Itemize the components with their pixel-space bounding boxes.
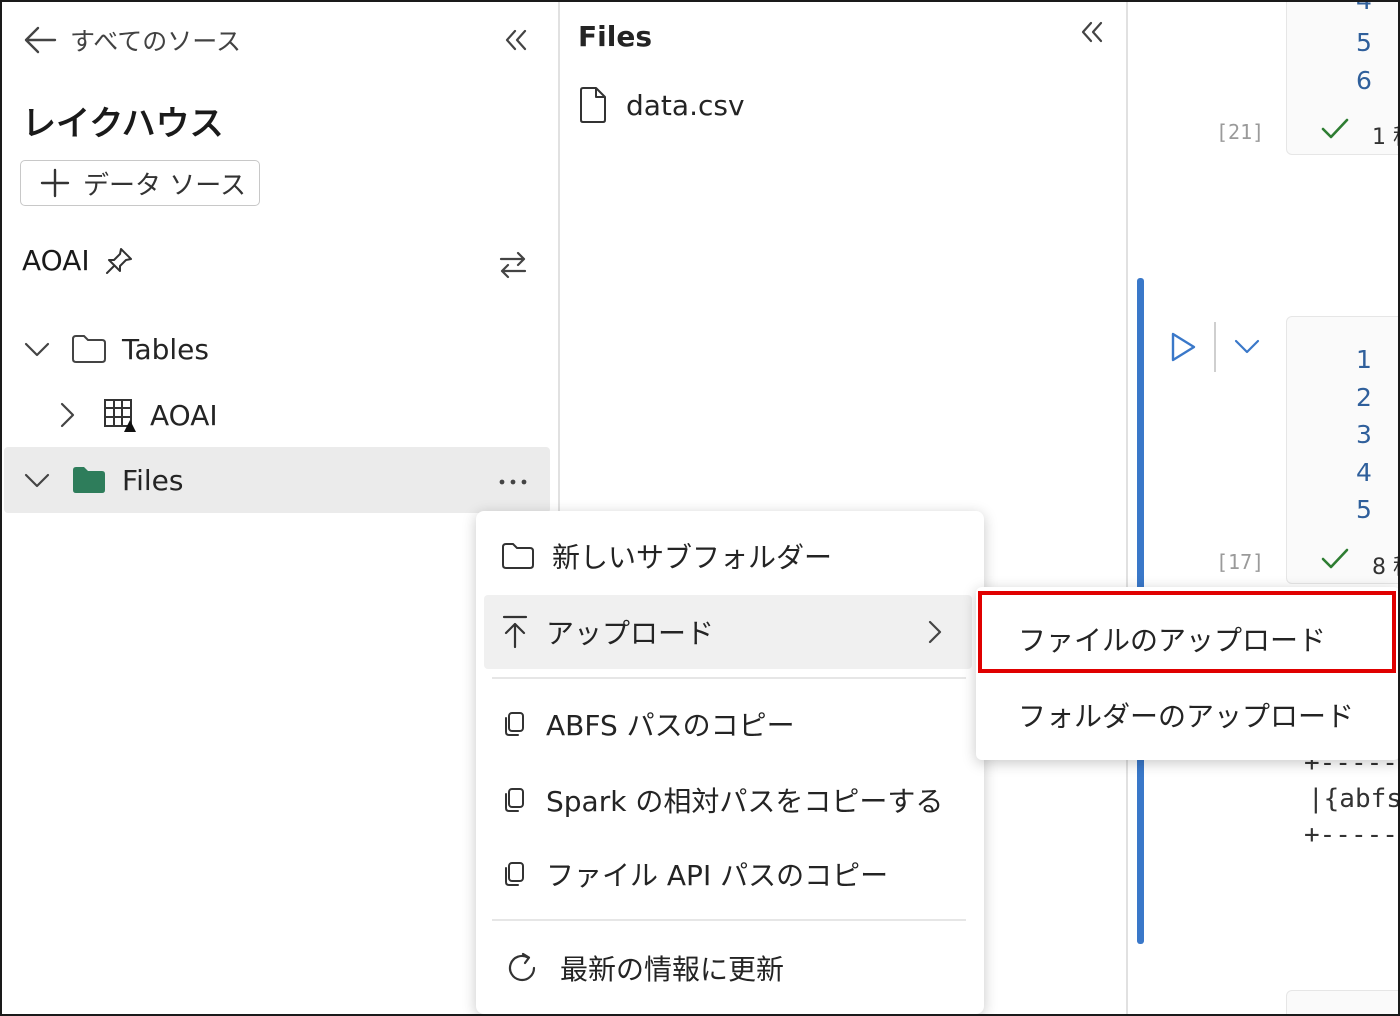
chevron-down-icon (22, 334, 52, 364)
folder-outline-icon (70, 333, 108, 365)
line-number: 5 (1356, 495, 1372, 524)
line-number: 3 (1356, 420, 1372, 449)
menu-item-label: 新しいサブフォルダー (552, 541, 833, 574)
submenu-item-label: フォルダーのアップロード (1018, 700, 1355, 733)
chevron-down-icon[interactable] (1232, 334, 1262, 358)
tables-label: Tables (122, 332, 209, 366)
menu-separator (492, 677, 966, 679)
upload-icon (484, 614, 546, 650)
menu-separator (492, 919, 966, 921)
tree-item-files-content: Files (4, 447, 183, 513)
collapse-panel-icon[interactable] (502, 26, 530, 54)
checkmark-icon (1320, 116, 1350, 142)
toolbar-divider (1214, 322, 1216, 372)
execution-count: [21] (1216, 120, 1265, 144)
menu-item-new-subfolder[interactable]: 新しいサブフォルダー (484, 519, 972, 593)
file-name: data.csv (626, 88, 745, 122)
menu-item-label: アップロード (546, 617, 715, 650)
folder-filled-icon (70, 464, 108, 496)
plus-icon (39, 167, 71, 199)
arrow-left-icon (22, 25, 58, 55)
run-cell-icon[interactable] (1168, 330, 1198, 364)
output-line: +-------- (1304, 820, 1400, 850)
line-number: 2 (1356, 383, 1372, 412)
line-number: 4 (1356, 458, 1372, 487)
code-cell-next[interactable] (1286, 990, 1400, 1016)
back-to-all-sources[interactable]: すべてのソース (22, 22, 241, 58)
folder-icon (484, 542, 552, 570)
menu-item-label: 最新の情報に更新 (560, 953, 785, 986)
execution-status: 1 秒 (1372, 125, 1400, 150)
add-data-source-label: データ ソース (83, 170, 246, 201)
notebook-area: 4 5 6 [21] 1 秒 1 2 3 4 5 [17] 8 秒 +-----… (1128, 0, 1400, 1016)
copy-icon (484, 710, 546, 738)
output-line: |{abfss (1308, 784, 1400, 814)
code-cell-main[interactable] (1286, 316, 1400, 584)
back-label: すべてのソース (70, 27, 242, 56)
highlight-box (978, 591, 1396, 673)
menu-item-upload[interactable]: アップロード (484, 595, 972, 669)
switch-lakehouse-icon[interactable] (496, 248, 530, 282)
checkmark-icon (1320, 546, 1350, 572)
line-number: 5 (1356, 28, 1372, 57)
files-context-menu: 新しいサブフォルダー アップロード ABFS パスのコピー Spark の相対パ… (476, 511, 984, 1014)
submenu-item-upload-folder[interactable]: フォルダーのアップロード (976, 677, 1400, 753)
line-number: 4 (1356, 0, 1372, 15)
line-number: 6 (1356, 66, 1372, 95)
menu-item-label: Spark の相対パスをコピーする (546, 785, 944, 818)
refresh-icon (484, 950, 560, 986)
files-label: Files (122, 463, 184, 497)
execution-count: [17] (1216, 550, 1265, 574)
execution-status: 8 秒 (1372, 555, 1400, 580)
chevron-right-icon (52, 400, 82, 430)
copy-icon (484, 786, 546, 814)
menu-item-label: ABFS パスのコピー (546, 709, 795, 742)
menu-item-label: ファイル API パスのコピー (546, 859, 889, 892)
copy-icon (484, 860, 546, 888)
collapse-files-panel-icon[interactable] (1078, 18, 1106, 46)
menu-item-copy-abfs-path[interactable]: ABFS パスのコピー (484, 687, 972, 761)
panel-title: レイクハウス (22, 104, 224, 144)
tree-item-tables[interactable]: Tables (0, 316, 209, 382)
pin-icon[interactable] (104, 246, 134, 276)
chevron-down-icon (22, 465, 52, 495)
line-number: 1 (1356, 345, 1372, 374)
menu-item-copy-file-api-path[interactable]: ファイル API パスのコピー (484, 837, 972, 911)
more-options-icon[interactable] (497, 470, 529, 494)
add-data-source-button[interactable]: データ ソース (20, 160, 260, 206)
file-item[interactable]: data.csv (578, 86, 745, 124)
menu-item-refresh[interactable]: 最新の情報に更新 (484, 931, 972, 1005)
menu-item-copy-spark-relative-path[interactable]: Spark の相対パスをコピーする (484, 763, 972, 837)
files-panel-header: Files (578, 20, 652, 53)
delta-table-icon (102, 397, 138, 433)
tree-item-table-aoai[interactable]: AOAI (0, 382, 218, 448)
lakehouse-header: AOAI (22, 244, 134, 277)
chevron-right-icon (924, 618, 946, 646)
table-aoai-label: AOAI (150, 398, 218, 432)
document-icon (578, 86, 608, 124)
lakehouse-name: AOAI (22, 244, 90, 277)
